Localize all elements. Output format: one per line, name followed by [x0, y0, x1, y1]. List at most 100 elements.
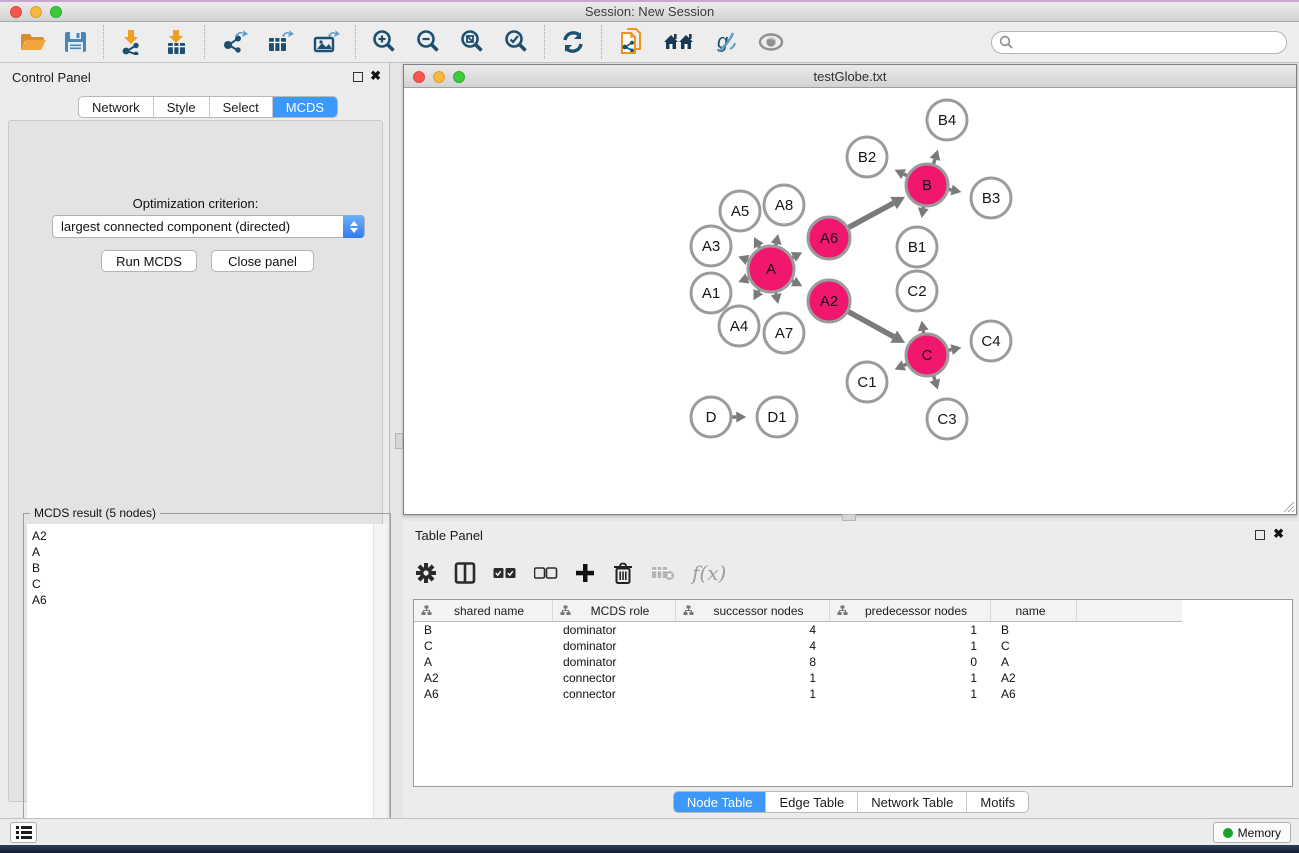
- list-icon: [16, 826, 32, 839]
- task-history-button[interactable]: [10, 822, 37, 843]
- node-label: A4: [730, 318, 748, 335]
- column-header-MCDS-role[interactable]: MCDS role: [553, 600, 676, 621]
- float-panel-icon[interactable]: [353, 72, 363, 82]
- open-session-button[interactable]: [10, 24, 55, 60]
- memory-label: Memory: [1238, 826, 1281, 840]
- result-item[interactable]: C: [32, 576, 375, 592]
- mcds-result-list[interactable]: A2ABCA6: [27, 524, 375, 853]
- delete-table-button[interactable]: [651, 565, 675, 581]
- tab-network[interactable]: Network: [79, 97, 154, 117]
- table-row[interactable]: A2connector11A2: [414, 670, 1292, 686]
- import-network-button[interactable]: [110, 24, 154, 60]
- graph-edge-B-B4[interactable]: [933, 159, 934, 164]
- table-cell: A2: [991, 670, 1077, 686]
- plus-icon: [575, 563, 595, 583]
- node-label: B1: [908, 239, 926, 256]
- export-table-button[interactable]: [257, 24, 303, 60]
- run-mcds-button[interactable]: Run MCDS: [101, 250, 197, 272]
- node-label: A1: [702, 285, 720, 302]
- clone-network-button[interactable]: [608, 24, 654, 60]
- resize-grip-icon[interactable]: [1281, 499, 1295, 513]
- show-hide-button[interactable]: [748, 24, 794, 60]
- splitter-handle-vertical[interactable]: [395, 433, 403, 449]
- zoom-window-button[interactable]: [50, 6, 62, 18]
- refresh-button[interactable]: [551, 24, 595, 60]
- app-titlebar[interactable]: Session: New Session: [0, 2, 1299, 22]
- table-settings-button[interactable]: [415, 562, 437, 584]
- table-row[interactable]: Adominator80A: [414, 654, 1292, 670]
- node-label: A5: [731, 203, 749, 220]
- tab-network-table[interactable]: Network Table: [858, 792, 967, 812]
- node-label: A3: [702, 238, 720, 255]
- result-item[interactable]: A6: [32, 592, 375, 608]
- import-table-button[interactable]: [154, 24, 198, 60]
- unselect-all-columns-button[interactable]: [534, 567, 558, 579]
- unselect-all-icon: [534, 567, 558, 579]
- network-close-button[interactable]: [413, 71, 425, 83]
- graph-edge-C-C3[interactable]: [934, 376, 935, 380]
- close-panel-icon[interactable]: ✖: [370, 68, 381, 84]
- graph-edge-B-B2[interactable]: [904, 174, 907, 176]
- zoom-selected-button[interactable]: [494, 24, 538, 60]
- export-image-button[interactable]: [303, 24, 349, 60]
- tab-motifs[interactable]: Motifs: [967, 792, 1028, 812]
- home-button[interactable]: [654, 24, 704, 60]
- tab-edge-table[interactable]: Edge Table: [766, 792, 858, 812]
- show-columns-button[interactable]: [454, 562, 476, 584]
- network-zoom-button[interactable]: [453, 71, 465, 83]
- splitter-handle-horizontal[interactable]: [842, 514, 856, 521]
- table-body: Bdominator41BCdominator41CAdominator80AA…: [414, 622, 1292, 702]
- tab-style[interactable]: Style: [154, 97, 210, 117]
- close-table-panel-icon[interactable]: ✖: [1273, 526, 1284, 542]
- table-tabs-bar: Node TableEdge TableNetwork TableMotifs: [403, 791, 1299, 813]
- node-label: A: [766, 261, 776, 278]
- close-window-button[interactable]: [10, 6, 22, 18]
- toolbar-separator: [355, 25, 356, 59]
- select-all-columns-button[interactable]: [493, 567, 517, 579]
- tab-select[interactable]: Select: [210, 97, 273, 117]
- zoom-in-icon: [371, 29, 397, 55]
- criterion-select[interactable]: largest connected component (directed): [52, 215, 365, 238]
- float-table-panel-icon[interactable]: [1255, 530, 1265, 540]
- network-window-titlebar[interactable]: testGlobe.txt: [404, 65, 1296, 88]
- result-item[interactable]: A: [32, 544, 375, 560]
- tab-mcds[interactable]: MCDS: [273, 97, 337, 117]
- table-row[interactable]: Bdominator41B: [414, 622, 1292, 638]
- graph-edge-C-C1[interactable]: [904, 364, 907, 365]
- table-row[interactable]: Cdominator41C: [414, 638, 1292, 654]
- select-stepper-icon: [343, 215, 364, 238]
- column-header-successor-nodes[interactable]: successor nodes: [676, 600, 830, 621]
- delete-column-button[interactable]: [612, 562, 634, 585]
- minimize-window-button[interactable]: [30, 6, 42, 18]
- column-header-predecessor-nodes[interactable]: predecessor nodes: [830, 600, 991, 621]
- export-network-button[interactable]: [211, 24, 257, 60]
- result-item[interactable]: A2: [32, 528, 375, 544]
- zoom-fit-button[interactable]: [450, 24, 494, 60]
- zoom-out-button[interactable]: [406, 24, 450, 60]
- select-all-icon: [493, 567, 517, 579]
- search-input[interactable]: [1018, 33, 1286, 52]
- table-row[interactable]: A6connector11A6: [414, 686, 1292, 702]
- create-column-button[interactable]: [575, 563, 595, 583]
- close-panel-button[interactable]: Close panel: [211, 250, 314, 272]
- node-label: A7: [775, 325, 793, 342]
- node-label: C4: [981, 333, 1000, 350]
- zoom-selected-icon: [503, 29, 529, 55]
- table-cell: 4: [676, 622, 830, 638]
- column-header-shared-name[interactable]: shared name: [414, 600, 553, 621]
- function-builder-button[interactable]: f(x): [692, 561, 726, 585]
- network-canvas[interactable]: B4B2BB3A8A5A6B1A3AC2A1A2A4A7C4CC1C3DD1: [404, 88, 1296, 514]
- graph-edge-A6-B[interactable]: [848, 203, 893, 227]
- graph-edge-A2-C[interactable]: [848, 312, 893, 337]
- tab-node-table[interactable]: Node Table: [674, 792, 767, 812]
- gear-icon: [415, 562, 437, 584]
- result-scrollbar[interactable]: [373, 524, 387, 853]
- result-item[interactable]: B: [32, 560, 375, 576]
- vizmapper-button[interactable]: g: [704, 24, 748, 60]
- memory-button[interactable]: Memory: [1213, 822, 1291, 843]
- column-header-name[interactable]: name: [991, 600, 1077, 621]
- search-icon: [999, 35, 1014, 50]
- network-minimize-button[interactable]: [433, 71, 445, 83]
- zoom-in-button[interactable]: [362, 24, 406, 60]
- save-session-button[interactable]: [55, 24, 97, 60]
